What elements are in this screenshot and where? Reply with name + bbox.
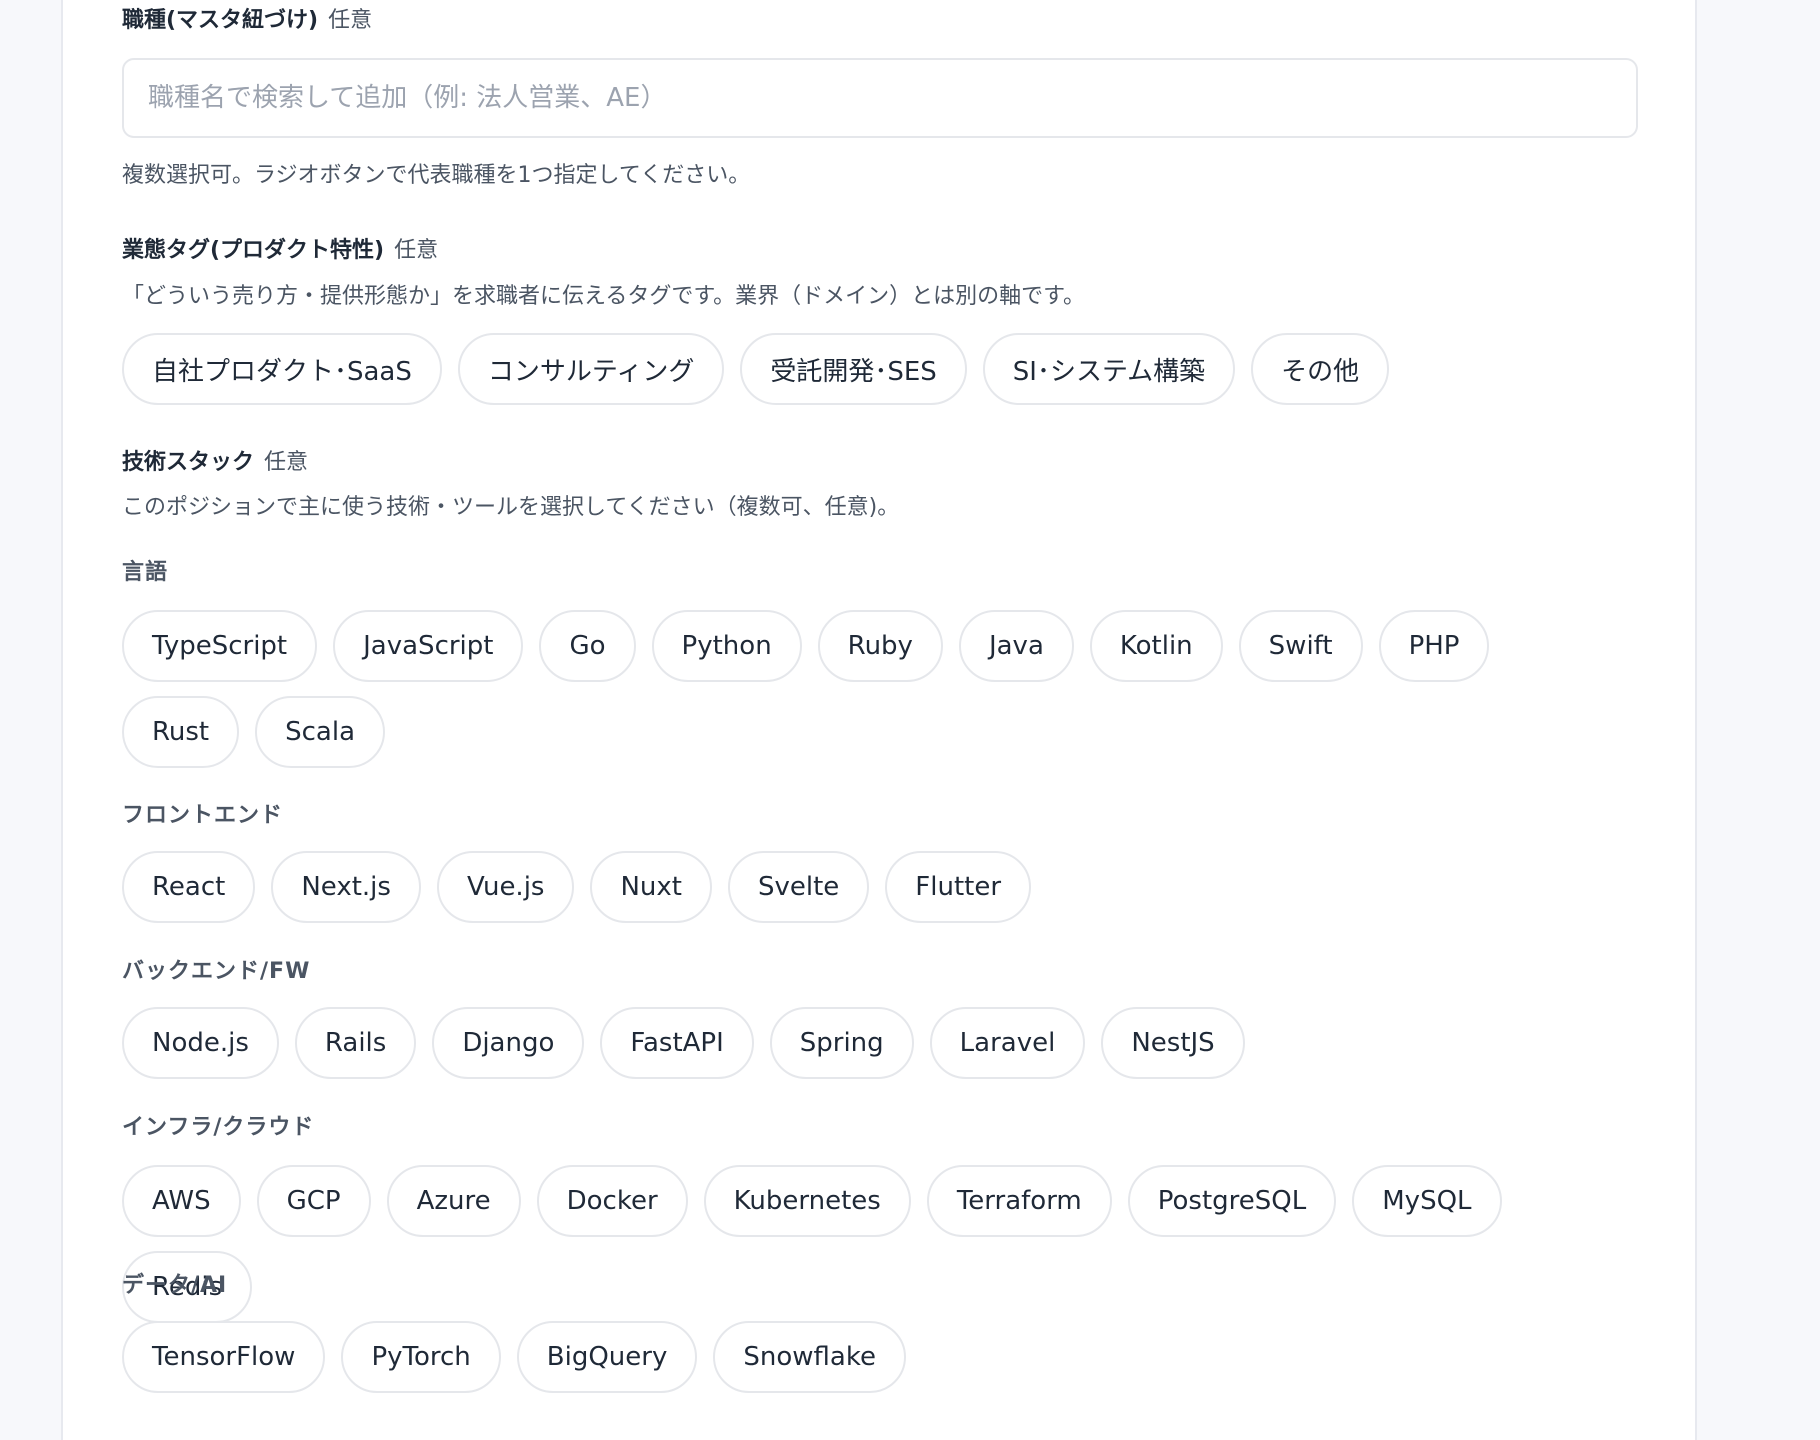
tech-group-label-frontend: フロントエンド: [122, 803, 284, 828]
tech-chip-laravel[interactable]: Laravel: [929, 1007, 1086, 1079]
tech-stack-title: 技術スタック 任意: [122, 452, 308, 474]
tech-chips-data-ai: TensorFlow PyTorch BigQuery Snowflake: [122, 1321, 1622, 1393]
tech-chip-react[interactable]: React: [122, 851, 256, 923]
tech-stack-label: 技術スタック: [122, 450, 255, 475]
tech-chip-aws[interactable]: AWS: [122, 1165, 241, 1237]
tech-chip-pytorch[interactable]: PyTorch: [341, 1321, 501, 1393]
tech-chips-languages: TypeScript JavaScript Go Python Ruby Jav…: [122, 610, 1622, 768]
business-tag-chip-si[interactable]: SI･システム構築: [982, 333, 1236, 405]
tech-chip-rails[interactable]: Rails: [294, 1007, 417, 1079]
tech-chip-nuxt[interactable]: Nuxt: [590, 851, 712, 923]
tech-chip-fastapi[interactable]: FastAPI: [600, 1007, 754, 1079]
tech-chip-nextjs[interactable]: Next.js: [271, 851, 421, 923]
tech-chip-mysql[interactable]: MySQL: [1352, 1165, 1502, 1237]
tech-chip-nodejs[interactable]: Node.js: [122, 1007, 279, 1079]
tech-chip-azure[interactable]: Azure: [386, 1165, 521, 1237]
tech-chip-swift[interactable]: Swift: [1238, 610, 1363, 682]
business-tags-label: 業態タグ(プロダクト特性): [122, 238, 385, 263]
tech-group-label-data-ai: データ/AI: [122, 1273, 228, 1298]
job-type-search-input[interactable]: [122, 58, 1638, 138]
tech-chip-java[interactable]: Java: [958, 610, 1074, 682]
tech-chip-nestjs[interactable]: NestJS: [1101, 1007, 1245, 1079]
business-tag-chip-contract-dev[interactable]: 受託開発･SES: [740, 333, 967, 405]
tech-chip-rust[interactable]: Rust: [122, 696, 240, 768]
tech-stack-help-text: このポジションで主に使う技術・ツールを選択してください（複数可、任意)。: [122, 495, 900, 520]
tech-group-label-backend: バックエンド/FW: [122, 959, 311, 984]
tech-chip-gcp[interactable]: GCP: [256, 1165, 371, 1237]
tech-group-label-infra: インフラ/クラウド: [122, 1115, 315, 1140]
tech-chip-docker[interactable]: Docker: [536, 1165, 688, 1237]
tech-chip-php[interactable]: PHP: [1378, 610, 1490, 682]
tech-chip-ruby[interactable]: Ruby: [817, 610, 943, 682]
tech-chip-django[interactable]: Django: [432, 1007, 585, 1079]
tech-chip-tensorflow[interactable]: TensorFlow: [122, 1321, 326, 1393]
business-tag-chip-consulting[interactable]: コンサルティング: [457, 333, 725, 405]
business-tags-title: 業態タグ(プロダクト特性) 任意: [122, 240, 438, 262]
business-tags-help-text: 「どういう売り方・提供形態か」を求職者に伝えるタグです。業界（ドメイン）とは別の…: [122, 284, 1085, 309]
business-tag-chip-saas[interactable]: 自社プロダクト･SaaS: [122, 333, 442, 405]
tech-chip-go[interactable]: Go: [539, 610, 636, 682]
job-type-label: 職種(マスタ紐づけ): [122, 8, 319, 33]
tech-chip-vuejs[interactable]: Vue.js: [436, 851, 575, 923]
tech-chip-snowflake[interactable]: Snowflake: [713, 1321, 906, 1393]
business-tag-chips: 自社プロダクト･SaaS コンサルティング 受託開発･SES SI･システム構築…: [122, 333, 1622, 405]
tech-chips-infra: AWS GCP Azure Docker Kubernetes Terrafor…: [122, 1165, 1622, 1323]
tech-chip-typescript[interactable]: TypeScript: [122, 610, 318, 682]
tech-chip-python[interactable]: Python: [651, 610, 802, 682]
tech-chips-frontend: React Next.js Vue.js Nuxt Svelte Flutter: [122, 851, 1622, 923]
tech-group-label-languages: 言語: [122, 560, 169, 585]
tech-chip-flutter[interactable]: Flutter: [885, 851, 1032, 923]
tech-chip-kubernetes[interactable]: Kubernetes: [703, 1165, 911, 1237]
tech-chips-backend: Node.js Rails Django FastAPI Spring Lara…: [122, 1007, 1622, 1079]
tech-chip-javascript[interactable]: JavaScript: [333, 610, 524, 682]
tech-chip-postgresql[interactable]: PostgreSQL: [1127, 1165, 1337, 1237]
tech-chip-svelte[interactable]: Svelte: [727, 851, 870, 923]
job-type-optional-tag: 任意: [328, 8, 373, 33]
business-tag-chip-other[interactable]: その他: [1251, 333, 1390, 405]
tech-stack-optional-tag: 任意: [264, 450, 309, 475]
job-type-help-text: 複数選択可。ラジオボタンで代表職種を1つ指定してください。: [122, 163, 751, 188]
tech-chip-terraform[interactable]: Terraform: [926, 1165, 1112, 1237]
job-type-title: 職種(マスタ紐づけ) 任意: [122, 10, 372, 32]
tech-chip-scala[interactable]: Scala: [255, 696, 386, 768]
tech-chip-kotlin[interactable]: Kotlin: [1089, 610, 1223, 682]
business-tags-optional-tag: 任意: [394, 238, 439, 263]
tech-chip-spring[interactable]: Spring: [769, 1007, 914, 1079]
tech-chip-bigquery[interactable]: BigQuery: [516, 1321, 698, 1393]
